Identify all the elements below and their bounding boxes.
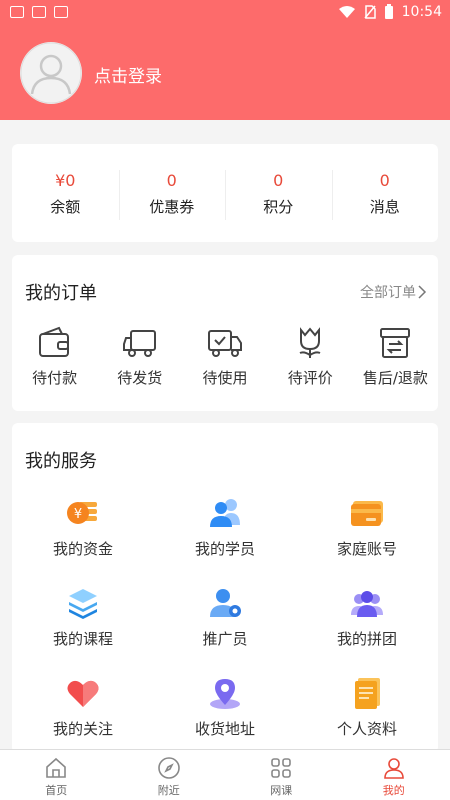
bottom-tab-bar: 首页 附近 网课 我的 — [0, 749, 450, 800]
tab-mine[interactable]: 我的 — [338, 750, 450, 800]
flower-icon — [299, 327, 321, 358]
service-label: 我的资金 — [52, 540, 113, 558]
stat-label: 余额 — [50, 197, 81, 216]
location-icon — [210, 679, 240, 709]
delivery-truck-icon — [208, 330, 242, 357]
stat-label: 消息 — [369, 197, 400, 216]
avatar[interactable] — [20, 42, 82, 104]
document-icon — [355, 678, 380, 709]
service-label: 我的学员 — [194, 540, 255, 558]
order-item-label: 待付款 — [32, 369, 78, 387]
stats-card: ¥0 余额 0 优惠券 0 积分 0 消息 — [12, 144, 438, 242]
order-after-sales[interactable]: 售后/退款 — [353, 325, 438, 388]
profile-header: 点击登录 — [0, 24, 450, 120]
stat-points[interactable]: 0 积分 — [225, 169, 332, 220]
all-orders-link[interactable]: 全部订单 — [360, 282, 428, 302]
card-icon — [351, 501, 383, 526]
order-pending-review[interactable]: 待评价 — [268, 325, 353, 388]
orders-title: 我的订单 — [25, 283, 97, 304]
stat-value: 0 — [166, 170, 177, 190]
stat-coupons[interactable]: 0 优惠券 — [118, 169, 226, 220]
order-status-row: 待付款 待发货 待使用 待评价 售后/退款 — [12, 325, 438, 388]
grid-icon — [271, 758, 292, 778]
students-icon — [210, 499, 240, 527]
order-item-label: 待使用 — [202, 369, 248, 387]
order-pending-use[interactable]: 待使用 — [182, 325, 267, 388]
default-avatar-icon — [20, 42, 82, 104]
battery-icon — [384, 4, 393, 19]
wallet-icon — [38, 326, 69, 357]
no-sim-icon — [364, 5, 376, 19]
services-card: 我的服务 ¥ 我的资金 我的学员 家庭账号 我的课程 推广员 我的拼团 我的关注 — [12, 423, 438, 753]
layers-icon — [69, 589, 97, 619]
service-family-account[interactable]: 家庭账号 — [296, 495, 438, 561]
status-system-icons: 10:54 — [338, 4, 442, 20]
service-label: 收货地址 — [194, 720, 255, 738]
group-icon — [351, 591, 383, 617]
service-promoter[interactable]: 推广员 — [154, 585, 296, 651]
service-address[interactable]: 收货地址 — [154, 675, 296, 741]
service-label: 我的拼团 — [336, 630, 397, 648]
app-notification-icon — [32, 6, 46, 18]
tab-home[interactable]: 首页 — [0, 750, 113, 800]
stat-label: 积分 — [263, 197, 294, 216]
promoter-icon — [210, 589, 241, 617]
stat-balance[interactable]: ¥0 余额 — [12, 170, 119, 217]
stat-messages[interactable]: 0 消息 — [331, 169, 439, 220]
tab-label: 附近 — [157, 784, 180, 797]
order-pending-shipment[interactable]: 待发货 — [97, 325, 182, 388]
service-profile[interactable]: 个人资料 — [296, 675, 438, 741]
order-item-label: 待发货 — [117, 369, 163, 387]
heart-icon — [67, 680, 99, 707]
compass-icon — [157, 757, 180, 779]
service-label: 我的课程 — [52, 630, 113, 648]
tab-label: 网课 — [270, 784, 293, 797]
tab-nearby[interactable]: 附近 — [113, 750, 226, 800]
status-bar: 10:54 — [0, 0, 450, 24]
image-icon — [10, 6, 24, 18]
home-icon — [46, 757, 67, 778]
svg-text:¥: ¥ — [74, 507, 82, 522]
services-grid: ¥ 我的资金 我的学员 家庭账号 我的课程 推广员 我的拼团 我的关注 收货地址… — [12, 495, 438, 741]
return-box-icon — [380, 328, 411, 358]
status-notification-icons — [10, 6, 68, 18]
service-group-buy[interactable]: 我的拼团 — [296, 585, 438, 651]
login-link[interactable]: 点击登录 — [94, 62, 162, 87]
coins-icon: ¥ — [67, 502, 97, 524]
services-title: 我的服务 — [25, 451, 97, 472]
stat-value: ¥0 — [55, 170, 76, 190]
service-favorites[interactable]: 我的关注 — [12, 675, 154, 741]
font-icon — [54, 6, 68, 18]
stat-value: 0 — [379, 170, 390, 190]
user-icon — [383, 758, 404, 779]
order-item-label: 售后/退款 — [362, 369, 428, 387]
tab-label: 首页 — [45, 784, 68, 797]
stat-label: 优惠券 — [149, 197, 195, 216]
wifi-icon — [338, 6, 355, 18]
all-orders-label: 全部订单 — [360, 285, 416, 301]
tab-label: 我的 — [382, 784, 405, 797]
service-funds[interactable]: ¥ 我的资金 — [12, 495, 154, 561]
service-courses[interactable]: 我的课程 — [12, 585, 154, 651]
chevron-right-icon — [418, 285, 427, 299]
service-label: 我的关注 — [52, 720, 113, 738]
service-label: 家庭账号 — [336, 540, 397, 558]
status-time: 10:54 — [401, 4, 442, 20]
service-label: 个人资料 — [336, 720, 397, 738]
stat-value: 0 — [273, 170, 284, 190]
service-students[interactable]: 我的学员 — [154, 495, 296, 561]
service-label: 推广员 — [202, 630, 248, 648]
orders-card: 我的订单 全部订单 待付款 待发货 待使用 待评价 售后/退款 — [12, 255, 438, 411]
tab-online-courses[interactable]: 网课 — [225, 750, 338, 800]
order-item-label: 待评价 — [287, 369, 333, 387]
truck-icon — [122, 330, 156, 357]
order-pending-payment[interactable]: 待付款 — [12, 325, 97, 388]
